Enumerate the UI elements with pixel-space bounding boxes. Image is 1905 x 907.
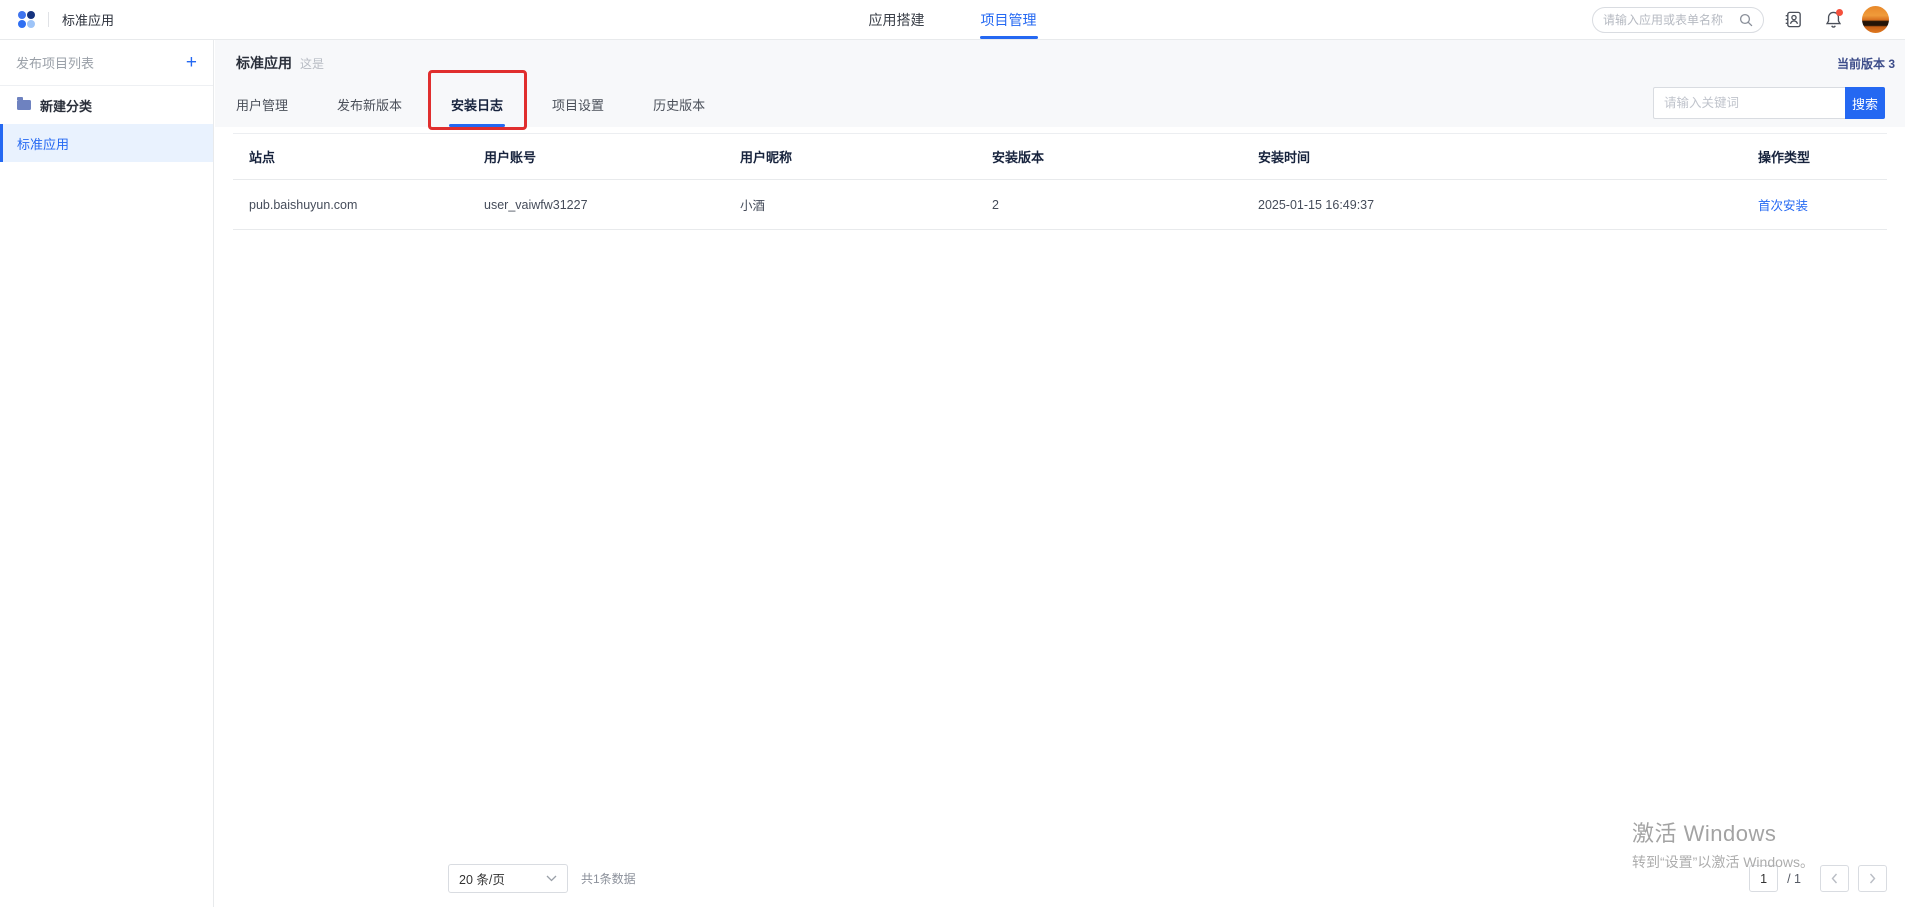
col-install-version: 安装版本 [976, 134, 1242, 180]
notification-dot [1836, 9, 1843, 16]
top-header: 标准应用 应用搭建 项目管理 [0, 0, 1905, 40]
prev-page-button[interactable] [1820, 865, 1849, 892]
global-search[interactable] [1592, 7, 1764, 33]
tab-publish-new-version[interactable]: 发布新版本 [337, 95, 402, 127]
current-page-input[interactable]: 1 [1749, 865, 1778, 892]
nav-item-app-build[interactable]: 应用搭建 [867, 0, 927, 39]
total-count-text: 共1条数据 [581, 870, 636, 887]
cell-user-nickname: 小酒 [724, 180, 976, 230]
app-title: 标准应用 [62, 10, 114, 29]
cell-install-version: 2 [976, 180, 1242, 230]
table-header-row: 站点 用户账号 用户昵称 安装版本 安装时间 操作类型 [233, 134, 1887, 180]
col-operation-type: 操作类型 [1742, 134, 1887, 180]
pagination: 20 条/页 共1条数据 1 / 1 [448, 864, 1887, 893]
col-user-nickname: 用户昵称 [724, 134, 976, 180]
sidebar-title: 发布项目列表 [16, 53, 94, 72]
header-divider [48, 12, 49, 27]
first-install-link[interactable]: 首次安装 [1758, 199, 1808, 213]
col-site: 站点 [233, 134, 468, 180]
content-header: 标准应用 这是 当前版本 3 用户管理 发布新版本 安装日志 项目设置 历史版本… [215, 40, 1905, 127]
tab-install-log[interactable]: 安装日志 [451, 95, 503, 127]
page-subtitle: 这是 [300, 55, 324, 72]
table-row: pub.baishuyun.com user_vaiwfw31227 小酒 2 … [233, 180, 1887, 230]
tabs-row: 用户管理 发布新版本 安装日志 项目设置 历史版本 搜索 [236, 89, 1895, 127]
header-right [1592, 6, 1905, 33]
main-content: 标准应用 这是 当前版本 3 用户管理 发布新版本 安装日志 项目设置 历史版本… [215, 40, 1905, 907]
cell-site: pub.baishuyun.com [233, 180, 468, 230]
nav-item-project-manage[interactable]: 项目管理 [979, 0, 1039, 39]
sidebar-item-label: 标准应用 [17, 134, 69, 153]
search-icon [1739, 13, 1753, 27]
sidebar-item-standard-app[interactable]: 标准应用 [0, 124, 213, 162]
global-search-input[interactable] [1603, 13, 1733, 27]
search-button[interactable]: 搜索 [1845, 87, 1885, 119]
keyword-search: 搜索 [1653, 87, 1885, 119]
add-project-button[interactable]: + [186, 53, 197, 72]
main-nav: 应用搭建 项目管理 [867, 0, 1039, 39]
contacts-icon[interactable] [1782, 9, 1804, 31]
sidebar-header: 发布项目列表 + [0, 40, 213, 86]
page-title: 标准应用 [236, 53, 292, 73]
sidebar-item-category[interactable]: 新建分类 [0, 86, 213, 124]
chevron-down-icon [546, 875, 557, 882]
page-size-select[interactable]: 20 条/页 [448, 864, 568, 893]
notification-bell-icon[interactable] [1822, 9, 1844, 31]
current-version-link[interactable]: 当前版本 3 [1837, 55, 1895, 72]
user-avatar[interactable] [1862, 6, 1889, 33]
tab-user-management[interactable]: 用户管理 [236, 95, 288, 127]
title-row: 标准应用 这是 当前版本 3 [236, 53, 1895, 73]
next-page-button[interactable] [1858, 865, 1887, 892]
tab-project-settings[interactable]: 项目设置 [552, 95, 604, 127]
folder-icon [17, 100, 31, 110]
keyword-search-input[interactable] [1653, 87, 1845, 119]
col-install-time: 安装时间 [1242, 134, 1742, 180]
pager: 1 / 1 [1749, 865, 1887, 892]
sidebar: 发布项目列表 + 新建分类 标准应用 [0, 40, 214, 907]
cell-install-time: 2025-01-15 16:49:37 [1242, 180, 1742, 230]
install-log-table: 站点 用户账号 用户昵称 安装版本 安装时间 操作类型 pub.baishuyu… [215, 133, 1905, 230]
col-user-account: 用户账号 [468, 134, 724, 180]
tab-history-versions[interactable]: 历史版本 [653, 95, 705, 127]
cell-user-account: user_vaiwfw31227 [468, 180, 724, 230]
page-size-value: 20 条/页 [459, 869, 505, 888]
app-logo-icon[interactable] [18, 11, 35, 28]
sidebar-item-label: 新建分类 [40, 96, 92, 115]
page-of-text: / 1 [1787, 872, 1801, 886]
